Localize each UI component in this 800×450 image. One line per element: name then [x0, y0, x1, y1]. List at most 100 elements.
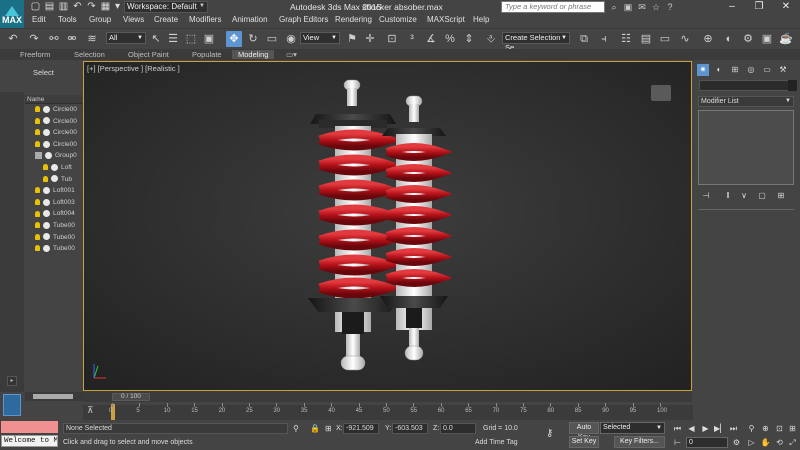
- list-item[interactable]: Loft001: [25, 185, 83, 196]
- select-object-icon[interactable]: ↖: [148, 31, 164, 47]
- scrollbar-thumb[interactable]: [33, 394, 73, 399]
- modifier-list-dropdown[interactable]: Modifier List ▼: [698, 96, 794, 107]
- field-of-view-icon[interactable]: ▷: [746, 437, 757, 448]
- go-to-end-icon[interactable]: ⏭: [728, 423, 739, 434]
- select-and-move-icon[interactable]: ✥: [226, 31, 242, 47]
- pin-stack-icon[interactable]: ⊣: [700, 190, 712, 202]
- select-and-scale-icon[interactable]: ▭: [264, 31, 280, 47]
- modify-tab-icon[interactable]: ◐: [713, 64, 725, 76]
- hierarchy-tab-icon[interactable]: ⊞: [729, 64, 741, 76]
- tab-object-paint[interactable]: Object Paint: [128, 50, 169, 59]
- pivot-center-icon[interactable]: ⚑: [344, 31, 360, 47]
- maxscript-listener-output[interactable]: Welcome to M: [1, 435, 58, 447]
- minimize-icon[interactable]: –: [718, 0, 746, 13]
- time-slider-track[interactable]: [83, 391, 692, 402]
- menu-graph-editors[interactable]: Graph Editors: [279, 15, 328, 24]
- go-to-start-icon[interactable]: ⏮: [672, 423, 683, 434]
- menu-rendering[interactable]: Rendering: [335, 15, 372, 24]
- undo-icon[interactable]: ↶: [5, 31, 21, 47]
- pan-view-icon[interactable]: ✋: [760, 437, 771, 448]
- layer-explorer-icon[interactable]: ☷: [618, 31, 634, 47]
- percent-snap-icon[interactable]: %: [442, 31, 458, 47]
- snaps-toggle-icon[interactable]: ³: [404, 31, 420, 47]
- dropdown-arrow-icon[interactable]: ▾: [111, 1, 124, 13]
- reference-coordinate-dropdown[interactable]: View ▼: [300, 32, 340, 44]
- visibility-bulb-icon[interactable]: [35, 233, 40, 240]
- toggle-ribbon-icon[interactable]: ▭: [657, 31, 673, 47]
- list-item[interactable]: Loft004: [25, 208, 83, 219]
- menu-help[interactable]: Help: [473, 15, 489, 24]
- show-end-result-icon[interactable]: ‖: [722, 190, 734, 202]
- selection-lock-icon[interactable]: 🔒: [310, 424, 320, 433]
- visibility-bulb-icon[interactable]: [43, 175, 48, 182]
- list-item[interactable]: Loft003: [25, 197, 83, 208]
- link-icon[interactable]: ⚯: [46, 31, 62, 47]
- visibility-bulb-icon[interactable]: [35, 187, 40, 194]
- redo-icon[interactable]: ↷: [26, 31, 42, 47]
- window-crossing-icon[interactable]: ▣: [201, 31, 217, 47]
- unlink-icon[interactable]: ⚮: [64, 31, 80, 47]
- align-icon[interactable]: ⫞: [596, 31, 612, 47]
- angle-snap-icon[interactable]: ∡: [423, 31, 439, 47]
- keyboard-shortcut-override-icon[interactable]: ⊡: [384, 31, 400, 47]
- zoom-extents-all-icon[interactable]: ⊞: [787, 423, 798, 434]
- select-menu-label[interactable]: Select: [33, 68, 54, 77]
- visibility-bulb-icon[interactable]: [35, 141, 40, 148]
- ribbon-options-icon[interactable]: ▭▾: [286, 50, 297, 59]
- subscription-icon[interactable]: ▣: [622, 1, 634, 13]
- select-manipulate-icon[interactable]: ✛: [362, 31, 378, 47]
- previous-frame-icon[interactable]: ◀: [686, 423, 697, 434]
- named-selection-set-dropdown[interactable]: Create Selection Se ▼: [502, 32, 570, 52]
- list-item[interactable]: Tube00: [25, 232, 83, 243]
- key-selection-dropdown[interactable]: Selected ▼: [600, 422, 665, 434]
- zoom-icon[interactable]: ⚲: [746, 423, 757, 434]
- list-item[interactable]: Circle00: [25, 104, 83, 115]
- list-item[interactable]: Circle00: [25, 116, 83, 127]
- name-column-header[interactable]: Name: [25, 95, 82, 104]
- workspace-dropdown[interactable]: Workspace: Default: [124, 1, 208, 13]
- visibility-bulb-icon[interactable]: [35, 222, 40, 229]
- remove-modifier-icon[interactable]: ▢: [756, 190, 768, 202]
- rendered-frame-window-icon[interactable]: ▣: [759, 31, 775, 47]
- selection-filter-dropdown[interactable]: All ▼: [106, 32, 146, 44]
- create-tab-icon[interactable]: ✷: [697, 64, 709, 76]
- isolate-selection-icon[interactable]: ⚲: [293, 424, 299, 433]
- display-tab-icon[interactable]: ▭: [761, 64, 773, 76]
- y-coordinate-field[interactable]: -603.503: [392, 423, 428, 434]
- orbit-icon[interactable]: ⟲: [774, 437, 785, 448]
- search-input[interactable]: Type a keyword or phrase: [501, 1, 605, 13]
- close-icon[interactable]: ✕: [772, 0, 800, 13]
- tab-freeform[interactable]: Freeform: [20, 50, 50, 59]
- menu-group[interactable]: Group: [89, 15, 111, 24]
- utilities-tab-icon[interactable]: ⚒: [777, 64, 789, 76]
- zoom-extents-icon[interactable]: ⊡: [774, 423, 785, 434]
- communication-center-icon[interactable]: ✉: [636, 1, 648, 13]
- list-item[interactable]: Group0: [25, 150, 83, 161]
- place-icon[interactable]: ◉: [283, 31, 299, 47]
- menu-create[interactable]: Create: [154, 15, 178, 24]
- schematic-view-icon[interactable]: ⊕: [700, 31, 716, 47]
- restore-icon[interactable]: ❐: [745, 0, 773, 13]
- visibility-bulb-icon[interactable]: [35, 199, 40, 206]
- key-mode-icon[interactable]: ⊢: [672, 437, 683, 448]
- visibility-bulb-icon[interactable]: [35, 245, 40, 252]
- mirror-icon[interactable]: ⧉: [576, 31, 592, 47]
- perspective-viewport[interactable]: [83, 61, 692, 391]
- maximize-viewport-icon[interactable]: ⤢: [787, 437, 798, 448]
- horizontal-scrollbar[interactable]: [25, 392, 83, 401]
- explorer-menu-icon[interactable]: ▸: [7, 376, 17, 386]
- set-keys-icon[interactable]: ⚷: [546, 428, 553, 439]
- x-coordinate-field[interactable]: -921.509: [343, 423, 379, 434]
- list-item[interactable]: Circle00: [25, 139, 83, 150]
- group-icon[interactable]: [35, 152, 42, 160]
- save-file-icon[interactable]: ▥: [57, 1, 70, 13]
- bind-space-warp-icon[interactable]: ≋: [84, 31, 100, 47]
- redo-icon[interactable]: ↷: [85, 1, 98, 13]
- list-item[interactable]: Circle00: [25, 127, 83, 138]
- absolute-mode-icon[interactable]: ⊞: [325, 424, 332, 433]
- visibility-bulb-icon[interactable]: [35, 106, 40, 113]
- mini-curve-editor-icon[interactable]: ⊼: [87, 405, 94, 416]
- configure-sets-icon[interactable]: ⊞: [775, 190, 787, 202]
- visibility-bulb-icon[interactable]: [35, 129, 40, 136]
- add-time-tag[interactable]: Add Time Tag: [475, 439, 518, 446]
